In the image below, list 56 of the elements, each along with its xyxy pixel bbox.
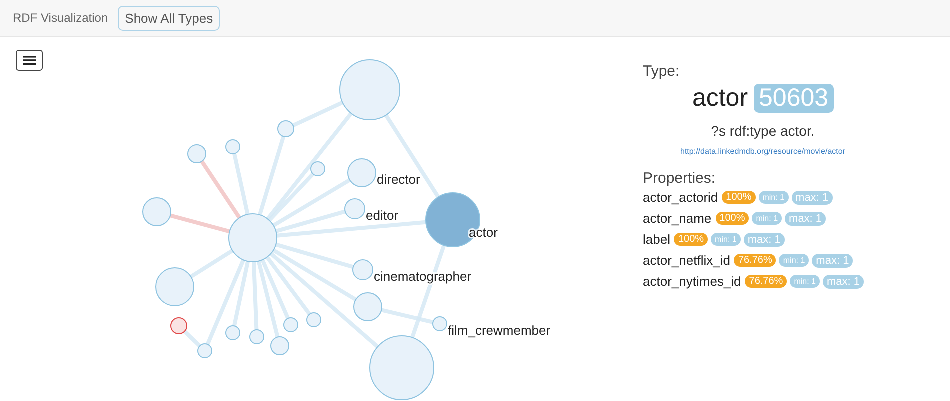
- node-label: director: [377, 172, 420, 187]
- property-name: actor_actorid: [643, 190, 718, 205]
- graph-node[interactable]: [344, 198, 366, 220]
- graph-node[interactable]: [226, 140, 240, 154]
- min-badge: min: 1: [711, 233, 741, 246]
- graph-node[interactable]: [370, 336, 434, 400]
- property-name: actor_name: [643, 211, 712, 226]
- graph-node[interactable]: [188, 144, 206, 164]
- graph-node[interactable]: [348, 158, 376, 188]
- graph-node[interactable]: [226, 326, 240, 340]
- min-badge: min: 1: [779, 254, 810, 267]
- node-label: cinematographer: [374, 269, 472, 284]
- max-badge: max: 1: [792, 190, 833, 204]
- max-badge: max: 1: [823, 274, 864, 288]
- property-name: actor_netflix_id: [643, 253, 730, 268]
- properties-heading: Properties:: [643, 170, 717, 187]
- instance-count: 50603: [754, 84, 834, 113]
- coverage-badge: 100%: [674, 233, 708, 246]
- min-badge: min: 1: [790, 275, 820, 288]
- property-name: actor_nytimes_id: [643, 274, 742, 289]
- max-badge: max: 1: [785, 212, 826, 226]
- coverage-badge: 76.76%: [734, 254, 776, 267]
- node-label: film_crewmember: [448, 323, 551, 338]
- graph-node[interactable]: [432, 316, 448, 332]
- menu-icon: [23, 56, 36, 65]
- graph-node[interactable]: [228, 214, 278, 262]
- graph-edge: [183, 330, 202, 348]
- type-uri-link[interactable]: http://data.linkedmdb.org/resource/movie/actor: [643, 147, 883, 156]
- graph-node[interactable]: [250, 330, 264, 344]
- menu-button[interactable]: [16, 50, 43, 71]
- coverage-badge: 100%: [716, 212, 750, 225]
- graph-node[interactable]: [156, 268, 194, 306]
- graph-node[interactable]: [270, 336, 290, 356]
- max-badge: max: 1: [812, 254, 854, 268]
- graph-node[interactable]: [284, 318, 298, 332]
- coverage-badge: 100%: [722, 191, 756, 204]
- coverage-badge: 76.76%: [745, 275, 788, 288]
- node-label: editor: [366, 208, 399, 223]
- type-name: actor: [692, 84, 748, 113]
- min-badge: min: 1: [752, 212, 782, 225]
- show-all-types-button[interactable]: Show All Types: [118, 6, 220, 30]
- graph-node[interactable]: [278, 120, 294, 138]
- graph-node[interactable]: [352, 260, 374, 280]
- graph-node[interactable]: [306, 312, 322, 328]
- graph-node[interactable]: [310, 162, 326, 176]
- min-badge: min: 1: [758, 191, 789, 204]
- property-name: label: [643, 232, 670, 247]
- max-badge: max: 1: [744, 232, 785, 246]
- type-heading: Type:: [643, 63, 681, 80]
- graph-node[interactable]: [170, 318, 188, 334]
- sparql-query: ?s rdf:type actor.: [710, 123, 816, 139]
- graph-node[interactable]: [354, 292, 382, 322]
- graph-node[interactable]: [142, 198, 172, 226]
- app-brand: RDF Visualization: [13, 11, 108, 25]
- graph-node[interactable]: [340, 60, 400, 120]
- graph-node[interactable]: [198, 344, 212, 358]
